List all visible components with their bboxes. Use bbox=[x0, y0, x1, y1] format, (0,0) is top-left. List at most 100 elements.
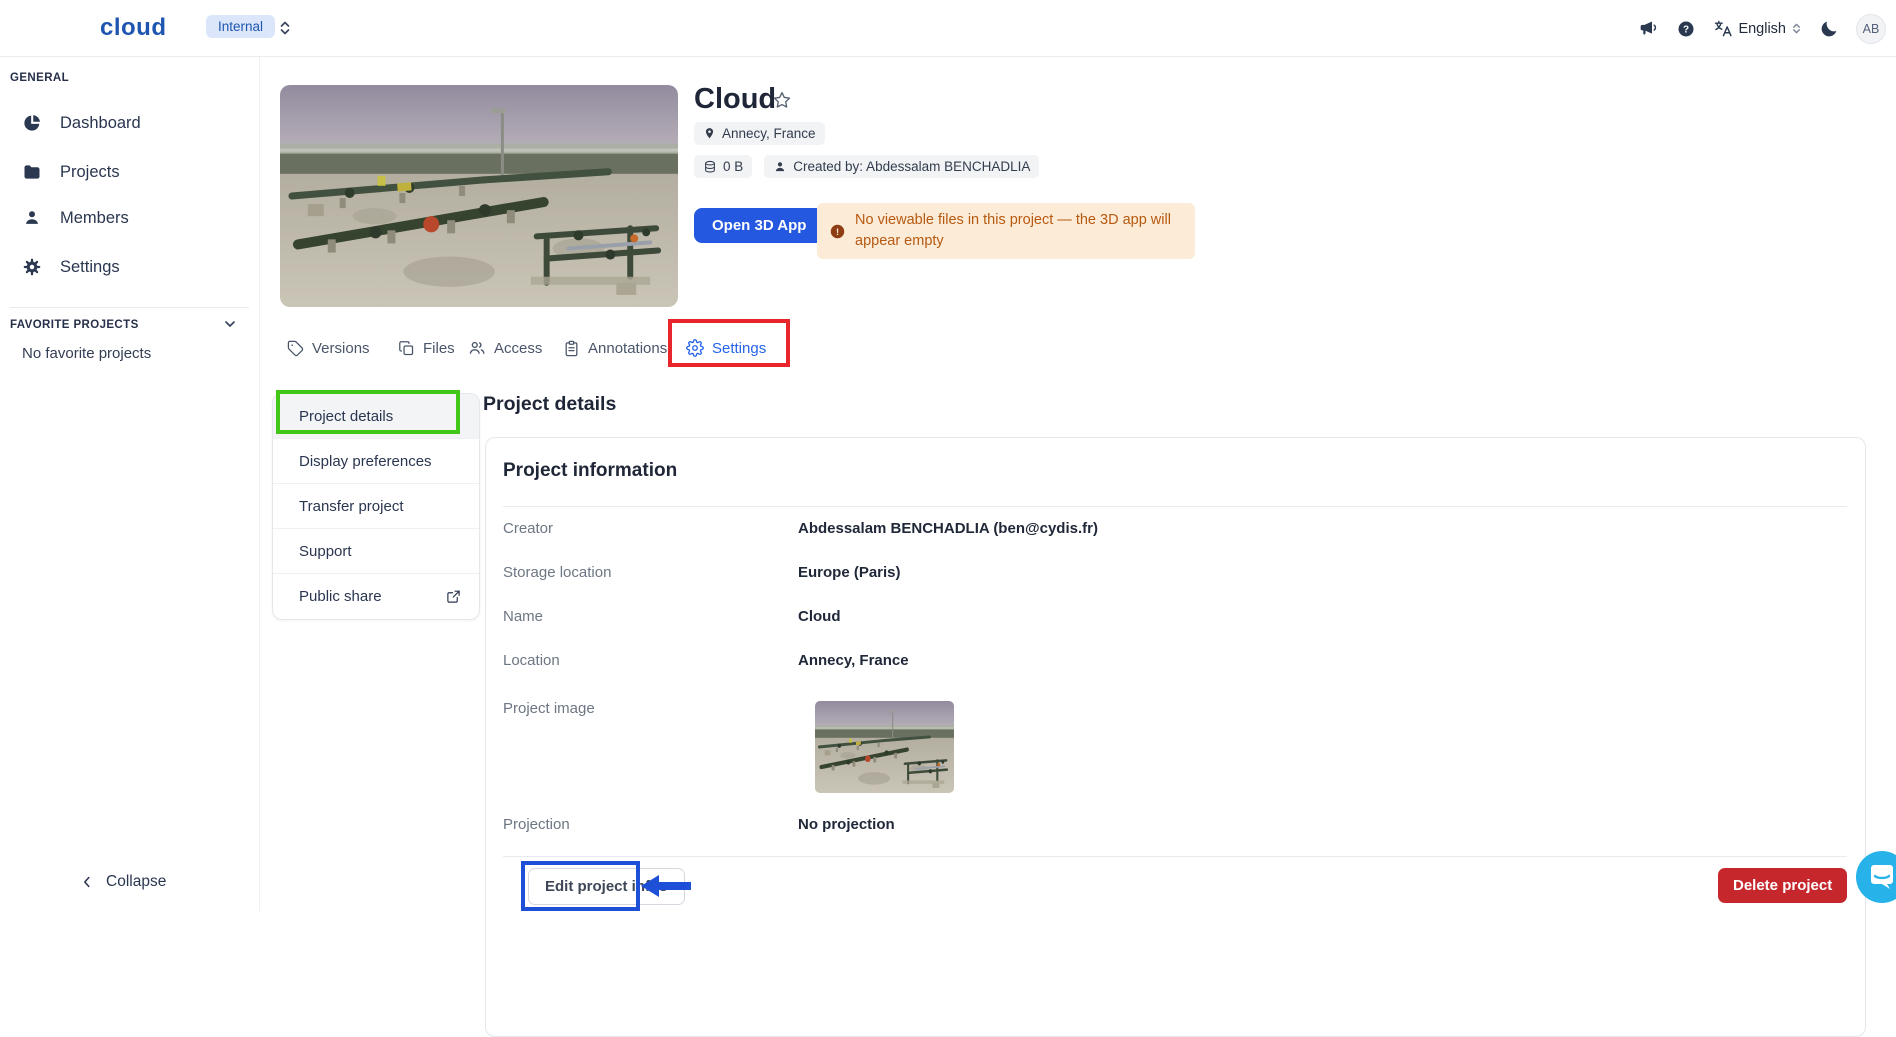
submenu-item-display-preferences[interactable]: Display preferences bbox=[273, 439, 479, 484]
database-icon bbox=[703, 160, 717, 174]
tab-label: Settings bbox=[712, 340, 766, 357]
sidebar-item-label: Dashboard bbox=[60, 114, 141, 133]
chevron-updown-icon bbox=[1791, 21, 1802, 36]
tag-icon bbox=[287, 340, 304, 357]
submenu-label: Transfer project bbox=[299, 498, 403, 515]
workspace-badge[interactable]: Internal bbox=[206, 15, 275, 38]
info-label: Project image bbox=[503, 682, 798, 717]
help-icon[interactable]: ? bbox=[1676, 19, 1696, 39]
warning-text: No viewable files in this project — the … bbox=[855, 210, 1181, 252]
svg-text:!: ! bbox=[836, 226, 839, 236]
tab-label: Annotations bbox=[588, 340, 667, 357]
gear-icon bbox=[686, 339, 704, 357]
files-icon bbox=[398, 340, 415, 357]
favorite-star-icon[interactable] bbox=[772, 90, 792, 110]
submenu-label: Support bbox=[299, 543, 352, 560]
tab-label: Access bbox=[494, 340, 542, 357]
location-pin-icon bbox=[703, 127, 716, 140]
info-value: Annecy, France bbox=[798, 652, 909, 669]
collapse-label: Collapse bbox=[106, 873, 166, 891]
sidebar: GENERAL Dashboard Projects Members bbox=[0, 57, 260, 911]
warning-icon: ! bbox=[829, 223, 846, 240]
favorites-collapse-icon[interactable] bbox=[222, 316, 238, 332]
person-icon bbox=[773, 160, 787, 174]
top-navigation-bar: cloud Internal ? English bbox=[0, 0, 1896, 57]
tab-label: Versions bbox=[312, 340, 370, 357]
dashboard-pie-icon bbox=[22, 113, 42, 133]
tab-settings[interactable]: Settings bbox=[686, 333, 766, 363]
sidebar-item-dashboard[interactable]: Dashboard bbox=[0, 101, 259, 145]
submenu-label: Project details bbox=[299, 408, 393, 425]
info-row-location: Location Annecy, France bbox=[503, 638, 1847, 682]
project-hero-image bbox=[280, 85, 678, 307]
person-icon bbox=[22, 208, 42, 228]
translate-icon bbox=[1713, 19, 1733, 39]
card-heading: Project information bbox=[503, 460, 677, 482]
delete-project-button[interactable]: Delete project bbox=[1718, 868, 1847, 903]
info-label: Creator bbox=[503, 520, 798, 537]
info-label: Name bbox=[503, 608, 798, 625]
info-row-name: Name Cloud bbox=[503, 594, 1847, 638]
edit-project-infos-button[interactable]: Edit project infos bbox=[528, 868, 685, 905]
info-value: Europe (Paris) bbox=[798, 564, 901, 581]
submenu-item-support[interactable]: Support bbox=[273, 529, 479, 574]
info-row-creator: Creator Abdessalam BENCHADLIA (ben@cydis… bbox=[503, 506, 1847, 550]
dark-mode-icon[interactable] bbox=[1819, 19, 1839, 39]
submenu-item-project-details[interactable]: Project details bbox=[273, 394, 479, 439]
info-label: Location bbox=[503, 652, 798, 669]
info-value: Cloud bbox=[798, 608, 841, 625]
sidebar-item-label: Members bbox=[60, 209, 129, 228]
chevron-left-icon bbox=[80, 875, 94, 889]
tab-access[interactable]: Access bbox=[468, 333, 542, 363]
open-3d-app-button[interactable]: Open 3D App bbox=[694, 208, 824, 243]
app-logo[interactable]: cloud bbox=[100, 14, 167, 42]
page-title: Project details bbox=[483, 393, 616, 416]
submenu-label: Public share bbox=[299, 588, 382, 605]
sidebar-item-members[interactable]: Members bbox=[0, 196, 259, 240]
sidebar-item-label: Settings bbox=[60, 258, 120, 277]
submenu-item-transfer-project[interactable]: Transfer project bbox=[273, 484, 479, 529]
folder-icon bbox=[22, 162, 42, 182]
sidebar-divider bbox=[10, 307, 249, 308]
workspace-switcher-icon[interactable] bbox=[278, 19, 292, 37]
info-label: Storage location bbox=[503, 564, 798, 581]
users-icon bbox=[468, 339, 486, 357]
project-title: Cloud bbox=[694, 83, 776, 116]
info-label: Projection bbox=[503, 816, 798, 833]
info-row-project-image: Project image bbox=[503, 682, 1847, 802]
tab-files[interactable]: Files bbox=[398, 333, 455, 363]
user-avatar[interactable]: AB bbox=[1856, 14, 1886, 44]
tab-versions[interactable]: Versions bbox=[287, 333, 370, 363]
sidebar-section-general: GENERAL bbox=[10, 72, 69, 84]
no-viewable-files-warning: ! No viewable files in this project — th… bbox=[817, 203, 1195, 259]
project-image-thumbnail bbox=[815, 701, 954, 793]
external-link-icon bbox=[446, 589, 461, 604]
submenu-label: Display preferences bbox=[299, 453, 432, 470]
favorites-empty-text: No favorite projects bbox=[22, 345, 151, 362]
sidebar-item-settings[interactable]: Settings bbox=[0, 245, 259, 289]
sidebar-item-projects[interactable]: Projects bbox=[0, 150, 259, 194]
storage-size-label: 0 B bbox=[723, 159, 743, 174]
tab-annotations[interactable]: Annotations bbox=[563, 333, 667, 363]
location-label: Annecy, France bbox=[722, 126, 816, 141]
gear-icon bbox=[22, 257, 42, 277]
info-value: No projection bbox=[798, 816, 895, 833]
info-value: Abdessalam BENCHADLIA (ben@cydis.fr) bbox=[798, 520, 1098, 537]
location-badge: Annecy, France bbox=[694, 122, 825, 145]
created-by-label: Created by: Abdessalam BENCHADLIA bbox=[793, 159, 1030, 174]
divider bbox=[503, 856, 1847, 857]
tab-label: Files bbox=[423, 340, 455, 357]
project-information-card: Project information Creator Abdessalam B… bbox=[485, 437, 1866, 1037]
language-label: English bbox=[1738, 21, 1786, 37]
created-by-badge: Created by: Abdessalam BENCHADLIA bbox=[764, 155, 1039, 178]
announcements-icon[interactable] bbox=[1638, 18, 1659, 39]
chat-widget-button[interactable] bbox=[1856, 851, 1896, 903]
sidebar-collapse-button[interactable]: Collapse bbox=[80, 873, 166, 891]
info-row-storage-location: Storage location Europe (Paris) bbox=[503, 550, 1847, 594]
sidebar-item-label: Projects bbox=[60, 163, 120, 182]
svg-text:?: ? bbox=[1683, 24, 1689, 35]
submenu-item-public-share[interactable]: Public share bbox=[273, 574, 479, 619]
clipboard-icon bbox=[563, 340, 580, 357]
language-selector[interactable]: English bbox=[1713, 19, 1802, 39]
storage-size-badge: 0 B bbox=[694, 155, 752, 178]
